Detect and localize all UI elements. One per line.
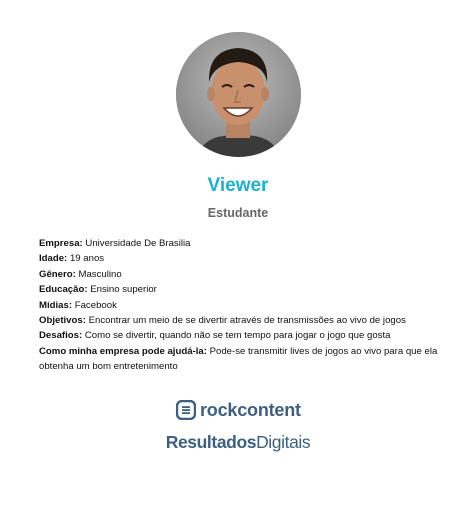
persona-role: Estudante bbox=[207, 206, 269, 220]
detail-value: Como se divertir, quando não se tem temp… bbox=[84, 330, 391, 342]
portrait-image bbox=[176, 32, 301, 157]
resultados-wordmark-regular: Digitais bbox=[256, 432, 311, 452]
detail-row-midias: Mídias: Facebook bbox=[39, 298, 449, 313]
detail-row-idade: Idade: 19 anos bbox=[39, 251, 449, 266]
detail-row-empresa: Empresa: Universidade De Brasilia bbox=[39, 236, 449, 251]
detail-row-ajuda: Como minha empresa pode ajudá-la: Pode-s… bbox=[39, 344, 449, 375]
detail-value: Universidade De Brasilia bbox=[85, 238, 191, 249]
rockcontent-icon bbox=[176, 400, 196, 420]
resultados-digitais-logo: ResultadosDigitais bbox=[0, 432, 476, 453]
detail-label: Como minha empresa pode ajudá-la: bbox=[39, 345, 207, 357]
rockcontent-wordmark: rockcontent bbox=[200, 399, 301, 420]
detail-label: Idade: bbox=[39, 253, 68, 265]
detail-label: Educação: bbox=[39, 284, 88, 296]
persona-name: Viewer bbox=[207, 175, 269, 196]
detail-row-desafios: Desafios: Como se divertir, quando não s… bbox=[39, 328, 449, 343]
detail-row-genero: Gênero: Masculino bbox=[39, 267, 449, 282]
detail-row-educacao: Educação: Ensino superior bbox=[39, 282, 449, 297]
detail-label: Objetivos: bbox=[39, 315, 86, 327]
detail-value: Encontrar um meio de se divertir através… bbox=[88, 315, 406, 327]
detail-value: Facebook bbox=[74, 299, 117, 311]
detail-label: Gênero: bbox=[39, 268, 76, 280]
detail-value: 19 anos bbox=[69, 253, 105, 265]
detail-value: Ensino superior bbox=[90, 284, 157, 296]
persona-details: Empresa: Universidade De Brasilia Idade:… bbox=[39, 236, 449, 375]
detail-label: Mídias: bbox=[39, 299, 73, 311]
detail-label: Empresa: bbox=[39, 238, 83, 249]
rockcontent-logo: rockcontent bbox=[176, 397, 301, 423]
detail-label: Desafios: bbox=[39, 330, 83, 342]
persona-avatar bbox=[176, 32, 301, 157]
detail-value: Masculino bbox=[78, 268, 122, 280]
resultados-wordmark-bold: Resultados bbox=[165, 432, 257, 452]
detail-row-objetivos: Objetivos: Encontrar um meio de se diver… bbox=[39, 313, 449, 328]
